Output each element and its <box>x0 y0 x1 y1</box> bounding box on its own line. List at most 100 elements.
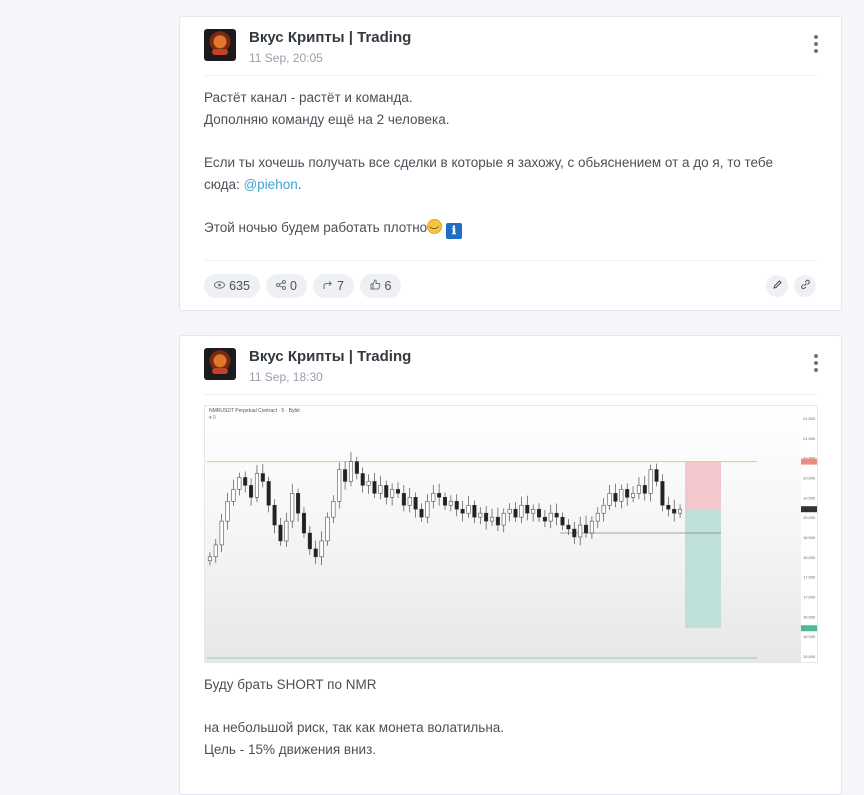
post-header: Вкус Крипты | Trading 11 Sep, 20:05 <box>204 29 819 76</box>
candle-body <box>578 524 583 538</box>
candle-body <box>442 497 448 506</box>
candle-body <box>260 473 265 482</box>
y-tick-label: 17.000 <box>803 595 816 600</box>
text-line: на небольшой риск, так как монета волати… <box>204 720 505 736</box>
candle-body <box>313 548 318 558</box>
forwards-counter[interactable]: 7 <box>313 274 354 298</box>
edit-button[interactable] <box>766 275 788 297</box>
candle-body <box>360 473 365 486</box>
forward-icon <box>323 280 333 293</box>
price-tag <box>801 506 817 513</box>
channel-avatar[interactable] <box>204 348 236 380</box>
post-text: Буду брать SHORT по NMR на небольшой рис… <box>204 674 817 761</box>
candle-body <box>378 485 383 494</box>
more-options-icon[interactable] <box>813 354 819 374</box>
channel-name[interactable]: Вкус Крипты | Trading <box>249 348 411 365</box>
candle-body <box>613 493 618 502</box>
eye-icon <box>214 280 226 292</box>
text-line: Цель - 15% движения вниз. <box>204 742 377 758</box>
candle-body <box>560 516 565 526</box>
candle-body <box>390 489 395 498</box>
candle-body <box>507 508 512 514</box>
candle-body <box>225 501 230 522</box>
candle-body <box>237 477 242 490</box>
candle-body <box>425 501 430 518</box>
post-date: 11 Sep, 20:05 <box>249 51 323 65</box>
candle-body <box>207 556 212 562</box>
reactions-count: 6 <box>384 279 392 293</box>
y-tick-label: 21.000 <box>803 436 816 441</box>
text-line: сюда: @piehon. <box>204 176 302 192</box>
channel-avatar[interactable] <box>204 29 236 61</box>
candle-body <box>272 504 277 526</box>
more-options-icon[interactable] <box>813 35 819 55</box>
candle-body <box>395 489 401 494</box>
candle-body <box>325 516 330 542</box>
candle-body <box>319 540 324 558</box>
link-icon <box>800 279 811 293</box>
candle-body <box>366 481 371 486</box>
reactions-counter[interactable]: 6 <box>360 274 401 298</box>
candle-body <box>437 493 442 498</box>
candle-body <box>537 508 542 518</box>
y-tick-label: 19.500 <box>803 495 816 500</box>
candle-body <box>219 520 224 546</box>
trading-chart-image[interactable]: 21.500 21.000 20.500 20.000 19.500 19.000 18.5… <box>204 405 818 663</box>
smiling-face-emoji-icon <box>427 219 443 244</box>
post-text: Растёт канал - растёт и команда. Дополня… <box>204 87 817 244</box>
y-tick-label: 21.500 <box>803 416 816 421</box>
candle-body <box>525 504 530 514</box>
candle-body <box>619 489 624 502</box>
candle-body <box>501 512 506 526</box>
candle-body <box>484 512 489 522</box>
information-emoji-icon: ℹ <box>445 223 462 240</box>
candle-body <box>548 512 553 522</box>
candle-body <box>301 512 306 534</box>
post-card: Вкус Крипты | Trading 11 Sep, 20:05 Раст… <box>179 16 842 311</box>
candle-body <box>542 516 547 522</box>
chart-indicator-row: ▾ 0 <box>209 415 216 421</box>
post-header: Вкус Крипты | Trading 11 Sep, 18:30 <box>204 348 819 395</box>
copy-link-button[interactable] <box>794 275 816 297</box>
candle-body <box>489 516 495 522</box>
candle-body <box>231 489 236 502</box>
candle-body <box>278 524 283 542</box>
shares-counter[interactable]: 0 <box>266 274 307 298</box>
y-tick-label: 20.000 <box>803 475 816 480</box>
mention-link[interactable]: @piehon <box>243 177 297 192</box>
share-icon <box>276 279 287 293</box>
candle-body <box>454 501 459 510</box>
candle-body <box>466 504 471 514</box>
candle-body <box>572 528 577 538</box>
candle-body <box>519 504 524 518</box>
candle-body <box>478 512 483 518</box>
candle-body <box>213 544 218 558</box>
candle-body <box>601 504 606 514</box>
y-tick-label: 18.000 <box>803 555 816 560</box>
candle-body <box>448 501 453 506</box>
candle-body <box>554 512 559 518</box>
text-line: Растёт канал - растёт и команда. <box>204 90 413 105</box>
text-line: Этой ночью будем работать плотно ℹ <box>204 217 817 244</box>
candle-body <box>348 461 353 482</box>
candle-body <box>607 493 612 506</box>
post-date: 11 Sep, 18:30 <box>249 370 323 384</box>
views-counter[interactable]: 635 <box>204 274 260 298</box>
price-tag <box>801 458 817 465</box>
candle-body <box>472 504 477 518</box>
candle-body <box>625 489 630 498</box>
candle-body <box>595 512 600 522</box>
candle-body <box>401 493 406 506</box>
candle-body <box>296 493 301 514</box>
take-profit-zone <box>685 509 721 629</box>
candle-body <box>654 469 659 482</box>
channel-name[interactable]: Вкус Крипты | Trading <box>249 29 411 46</box>
candlestick-chart: 21.50021.00020.50020.00019.50019.00018.5… <box>207 406 817 662</box>
candle-body <box>636 485 641 494</box>
candle-body <box>589 520 594 534</box>
candle-body <box>284 520 289 542</box>
y-tick-label: 15.500 <box>803 654 816 659</box>
post-card: Вкус Крипты | Trading 11 Sep, 18:30 21.5… <box>179 335 842 795</box>
candle-body <box>513 508 518 518</box>
candle-body <box>648 469 653 494</box>
